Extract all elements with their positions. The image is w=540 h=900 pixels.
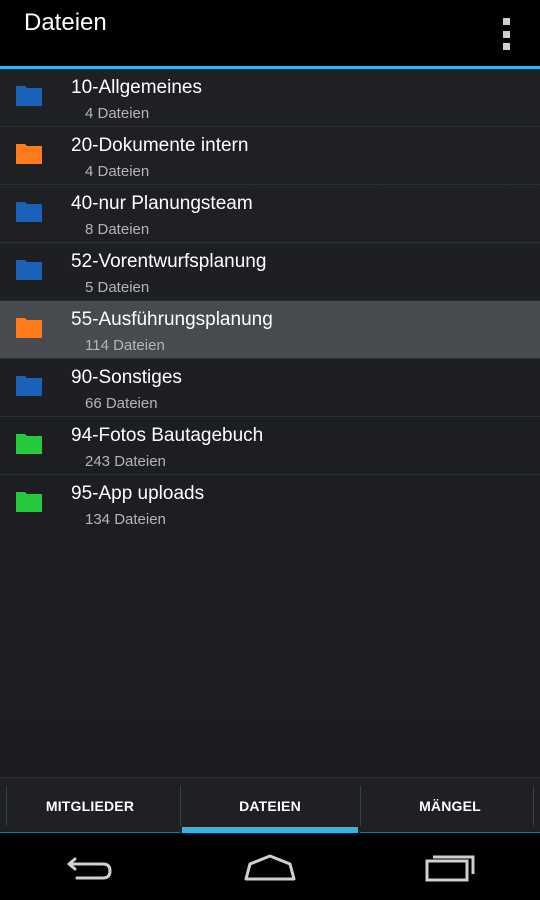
list-item[interactable]: 52-Vorentwurfsplanung 5 Dateien xyxy=(0,243,540,301)
overflow-menu-icon[interactable] xyxy=(500,18,512,50)
list-item[interactable]: 55-Ausführungsplanung 114 Dateien xyxy=(0,301,540,359)
file-count: 114 Dateien xyxy=(85,337,165,354)
file-count: 243 Dateien xyxy=(85,453,166,470)
folder-name: 52-Vorentwurfsplanung xyxy=(71,251,267,272)
folder-icon xyxy=(16,317,42,338)
folder-name: 55-Ausführungsplanung xyxy=(71,309,273,330)
folder-name: 95-App uploads xyxy=(71,483,205,504)
folder-list[interactable]: 10-Allgemeines 4 Dateien 20-Dokumente in… xyxy=(0,69,540,777)
folder-icon xyxy=(16,143,42,164)
menu-dot xyxy=(502,43,510,50)
tab-maengel[interactable]: MÄNGEL xyxy=(360,778,540,834)
menu-dot xyxy=(502,18,510,25)
folder-name: 10-Allgemeines xyxy=(71,77,202,98)
folder-icon xyxy=(16,375,42,396)
file-count: 8 Dateien xyxy=(85,221,150,238)
folder-icon xyxy=(16,491,42,512)
folder-name: 20-Dokumente intern xyxy=(71,135,249,156)
folder-icon xyxy=(16,201,42,222)
tab-dateien[interactable]: DATEIEN xyxy=(180,778,360,834)
file-count: 134 Dateien xyxy=(85,511,166,528)
file-count: 5 Dateien xyxy=(85,279,150,296)
tab-divider xyxy=(533,786,534,826)
folder-icon xyxy=(16,85,42,106)
recent-apps-icon[interactable] xyxy=(415,847,485,887)
file-count: 4 Dateien xyxy=(85,105,150,122)
folder-icon xyxy=(16,433,42,454)
menu-dot xyxy=(502,30,510,38)
action-bar: Dateien xyxy=(0,0,540,66)
list-item[interactable]: 40-nur Planungsteam 8 Dateien xyxy=(0,185,540,243)
system-nav-bar xyxy=(0,833,540,900)
back-icon[interactable] xyxy=(55,847,125,887)
folder-icon xyxy=(16,259,42,280)
file-count: 66 Dateien xyxy=(85,395,158,412)
list-item[interactable]: 10-Allgemeines 4 Dateien xyxy=(0,69,540,127)
list-item[interactable]: 90-Sonstiges 66 Dateien xyxy=(0,359,540,417)
list-item[interactable]: 20-Dokumente intern 4 Dateien xyxy=(0,127,540,185)
folder-name: 40-nur Planungsteam xyxy=(71,193,253,214)
folder-name: 90-Sonstiges xyxy=(71,367,182,388)
page-title: Dateien xyxy=(24,9,107,36)
tab-mitglieder[interactable]: MITGLIEDER xyxy=(0,778,180,834)
home-icon[interactable] xyxy=(235,847,305,887)
tab-bar: MITGLIEDER DATEIEN MÄNGEL xyxy=(0,777,540,834)
list-item[interactable]: 95-App uploads 134 Dateien xyxy=(0,475,540,532)
file-count: 4 Dateien xyxy=(85,163,150,180)
folder-name: 94-Fotos Bautagebuch xyxy=(71,425,264,446)
list-item[interactable]: 94-Fotos Bautagebuch 243 Dateien xyxy=(0,417,540,475)
